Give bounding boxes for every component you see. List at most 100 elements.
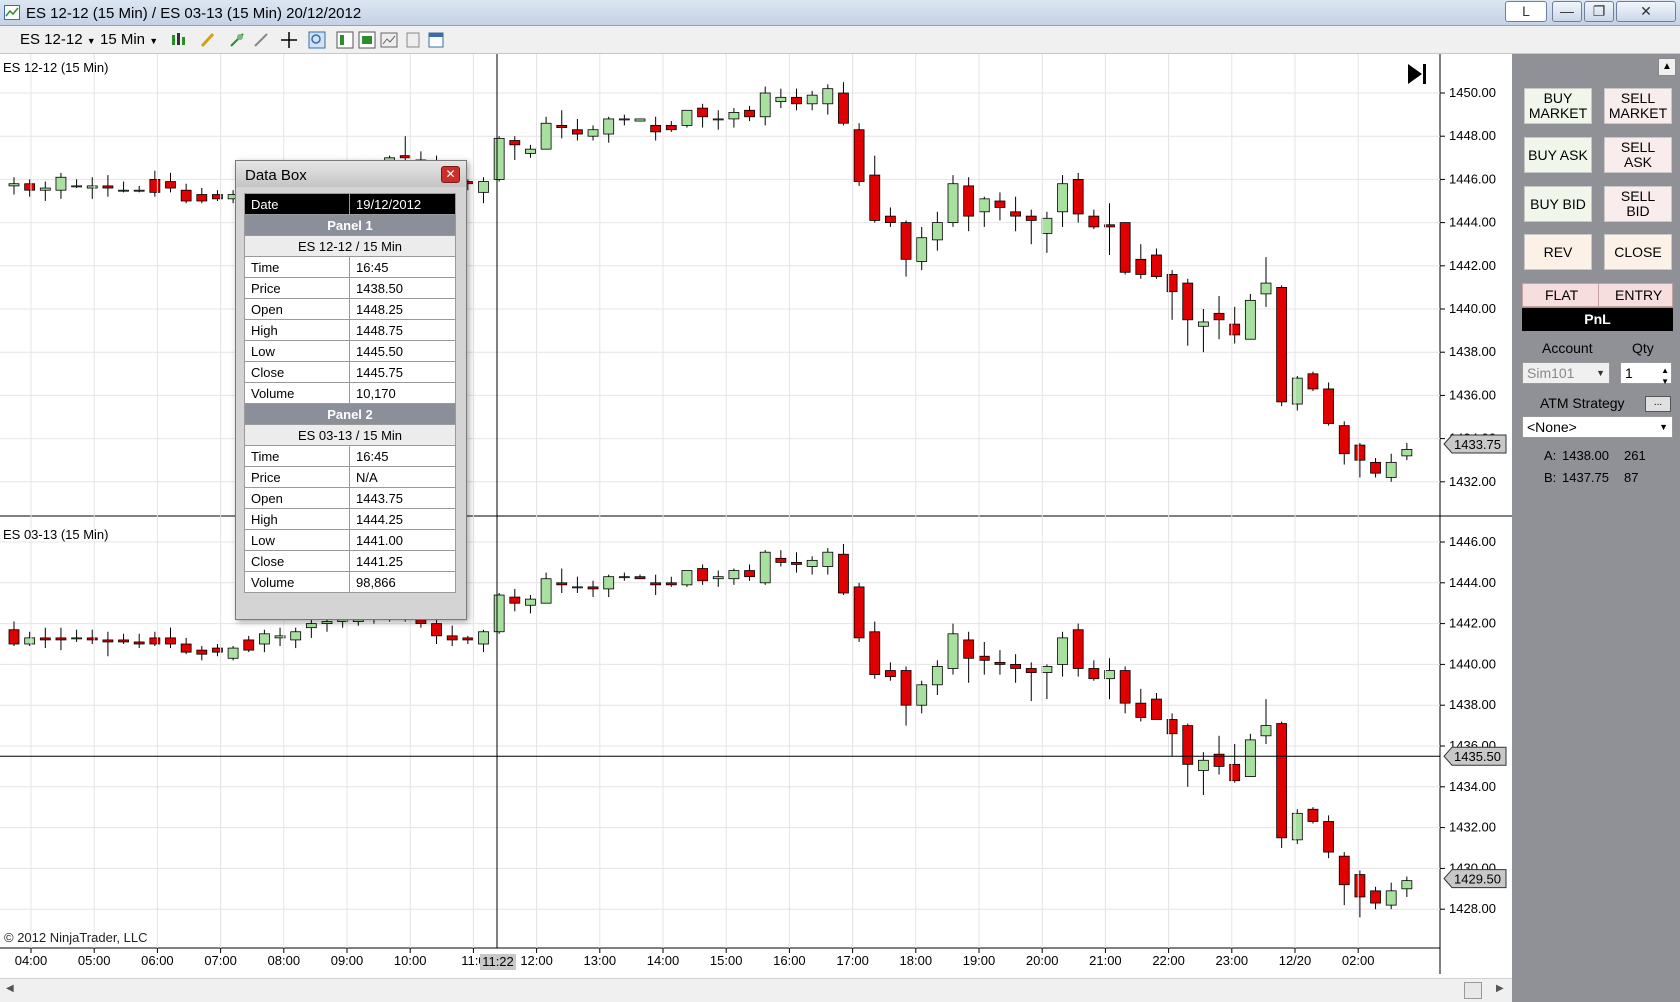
buy-market-button[interactable]: BUY MARKET [1524,88,1592,124]
atm-strategy-value: <None> [1527,419,1577,435]
sell-ask-button[interactable]: SELL ASK [1604,137,1672,173]
atm-strategy-more-button[interactable]: ... [1645,396,1671,412]
row-label: High [244,319,350,341]
candle-down [791,561,802,565]
quantity-stepper[interactable]: 1 ▲ ▼ [1620,362,1672,386]
close-icon[interactable]: ✕ [441,166,460,183]
candle-down [900,670,912,706]
row-value: 1448.25 [349,298,456,320]
buy-market-label: BUY MARKET [1528,90,1588,121]
reverse-button[interactable]: REV [1524,234,1592,270]
row-value: N/A [349,466,456,488]
candle-down [102,639,114,643]
data-box-icon[interactable] [308,31,326,49]
table-row: ES 12-12 / 15 Min [244,235,456,257]
row-value: 16:45 [349,256,456,278]
scroll-thumb[interactable] [1464,982,1482,999]
interval-selector[interactable]: 15 Min ▼ [100,31,158,48]
candle-down [994,661,1006,665]
bid-price: 1437.75 [1562,470,1609,485]
candle-down [1370,890,1381,904]
table-row: Close 1441.25 [244,550,456,572]
candle-up [931,666,943,686]
buy-bid-button[interactable]: BUY BID [1524,186,1592,222]
y-tick-label: 1438.00 [1449,697,1496,712]
link-button[interactable]: L [1505,1,1547,22]
chart-area[interactable]: 1450.00 1448.00 1446.00 1444.00 1442.00 1440.… [0,54,1512,974]
data-box-title: Data Box [245,167,307,184]
close-position-button[interactable]: CLOSE [1604,234,1672,270]
time-axis: 04:00 05:00 06:00 07:00 08:00 09:00 10:00 11:0 1… [15,54,1375,968]
x-tick-label: 02:00 [1342,953,1375,968]
scroll-to-end-icon[interactable] [1408,64,1426,84]
x-tick-label: 12:00 [520,953,553,968]
y-tick-label: 1432.00 [1449,820,1496,835]
scroll-left-icon[interactable]: ◀ [6,983,14,994]
candle-down [869,174,881,221]
candle-down [1370,461,1381,474]
candle-up [1198,759,1209,771]
candle-down [196,649,208,655]
x-tick-label: 20:00 [1026,953,1059,968]
sell-market-button[interactable]: SELL MARKET [1604,88,1672,124]
stepper-down-icon[interactable]: ▼ [1661,372,1669,392]
pnl-display: PnL [1522,308,1673,331]
candle-down [1182,725,1194,765]
bid-size: 87 [1624,470,1639,485]
price-chart[interactable]: 1450.00 1448.00 1446.00 1444.00 1442.00 1440.… [0,54,1512,978]
crosshair-icon[interactable] [280,31,298,49]
image-icon[interactable] [380,31,398,49]
close-window-button[interactable]: ✕ [1616,1,1676,22]
candle-down [1119,670,1131,704]
drawing-tool-icon[interactable] [199,31,217,49]
x-tick-label: 13:00 [584,953,617,968]
data-box-titlebar[interactable]: Data Box ✕ [236,161,466,187]
x-tick-label: 05:00 [78,953,111,968]
row-label: Open [244,487,350,509]
bid-label: B: [1544,470,1557,485]
x-tick-label: 09:00 [331,953,364,968]
x-tick-label: 14:00 [647,953,680,968]
entry-price-label: ENTRY [1615,287,1663,303]
candle-down [853,586,865,639]
qty-value: 1 [1625,365,1633,381]
window-layout-icon[interactable] [427,31,445,49]
scroll-up-icon[interactable]: ▲ [1658,58,1676,76]
candle-down [556,125,568,128]
panel-2-chart: 1446.001444.001442.001440.001438.001436.… [0,534,1496,918]
panel1-instrument: ES 12-12 / 15 Min [244,235,456,257]
print-icon[interactable] [404,31,422,49]
buy-ask-button[interactable]: BUY ASK [1524,137,1592,173]
atm-strategy-select[interactable]: <None> ▼ [1522,416,1673,438]
candle-down [634,576,646,580]
candle-down [1151,698,1162,720]
candle-up [759,551,771,584]
data-box-window[interactable]: Data Box ✕ Date 19/12/2012 Panel 1 ES 12-… [235,160,467,620]
y-tick-label: 1438.00 [1449,344,1496,359]
instrument-selector[interactable]: ES 12-12 ▼ [20,31,96,48]
chart-app-icon [4,5,20,20]
maximize-button[interactable]: ❐ [1584,1,1614,22]
row-label: Time [244,445,350,467]
account-select[interactable]: Sim101 ▼ [1522,362,1610,384]
x-tick-label: 06:00 [141,953,174,968]
strategy-icon[interactable] [252,31,270,49]
template-icon[interactable] [358,31,376,49]
crosshair-time-label: 11:22 [482,954,514,969]
minimize-button[interactable]: — [1552,1,1582,22]
instrument-label: ES 12-12 [20,31,83,48]
scroll-right-icon[interactable]: ▶ [1496,983,1504,994]
row-value: 1441.00 [349,529,456,551]
properties-icon[interactable] [336,31,354,49]
y-tick-label: 1444.00 [1449,575,1496,590]
horizontal-scrollbar[interactable]: ◀ ▶ [0,978,1512,1002]
sell-bid-button[interactable]: SELL BID [1604,186,1672,222]
chart-style-icon[interactable] [170,31,188,49]
table-row: ES 03-13 / 15 Min [244,424,456,446]
indicators-icon[interactable] [228,31,246,49]
sell-ask-label: SELL ASK [1620,139,1656,170]
row-label: High [244,508,350,530]
candle-up [822,88,834,105]
table-row: Open 1443.75 [244,487,456,509]
data-box-table: Date 19/12/2012 Panel 1 ES 12-12 / 15 Min… [244,193,456,593]
